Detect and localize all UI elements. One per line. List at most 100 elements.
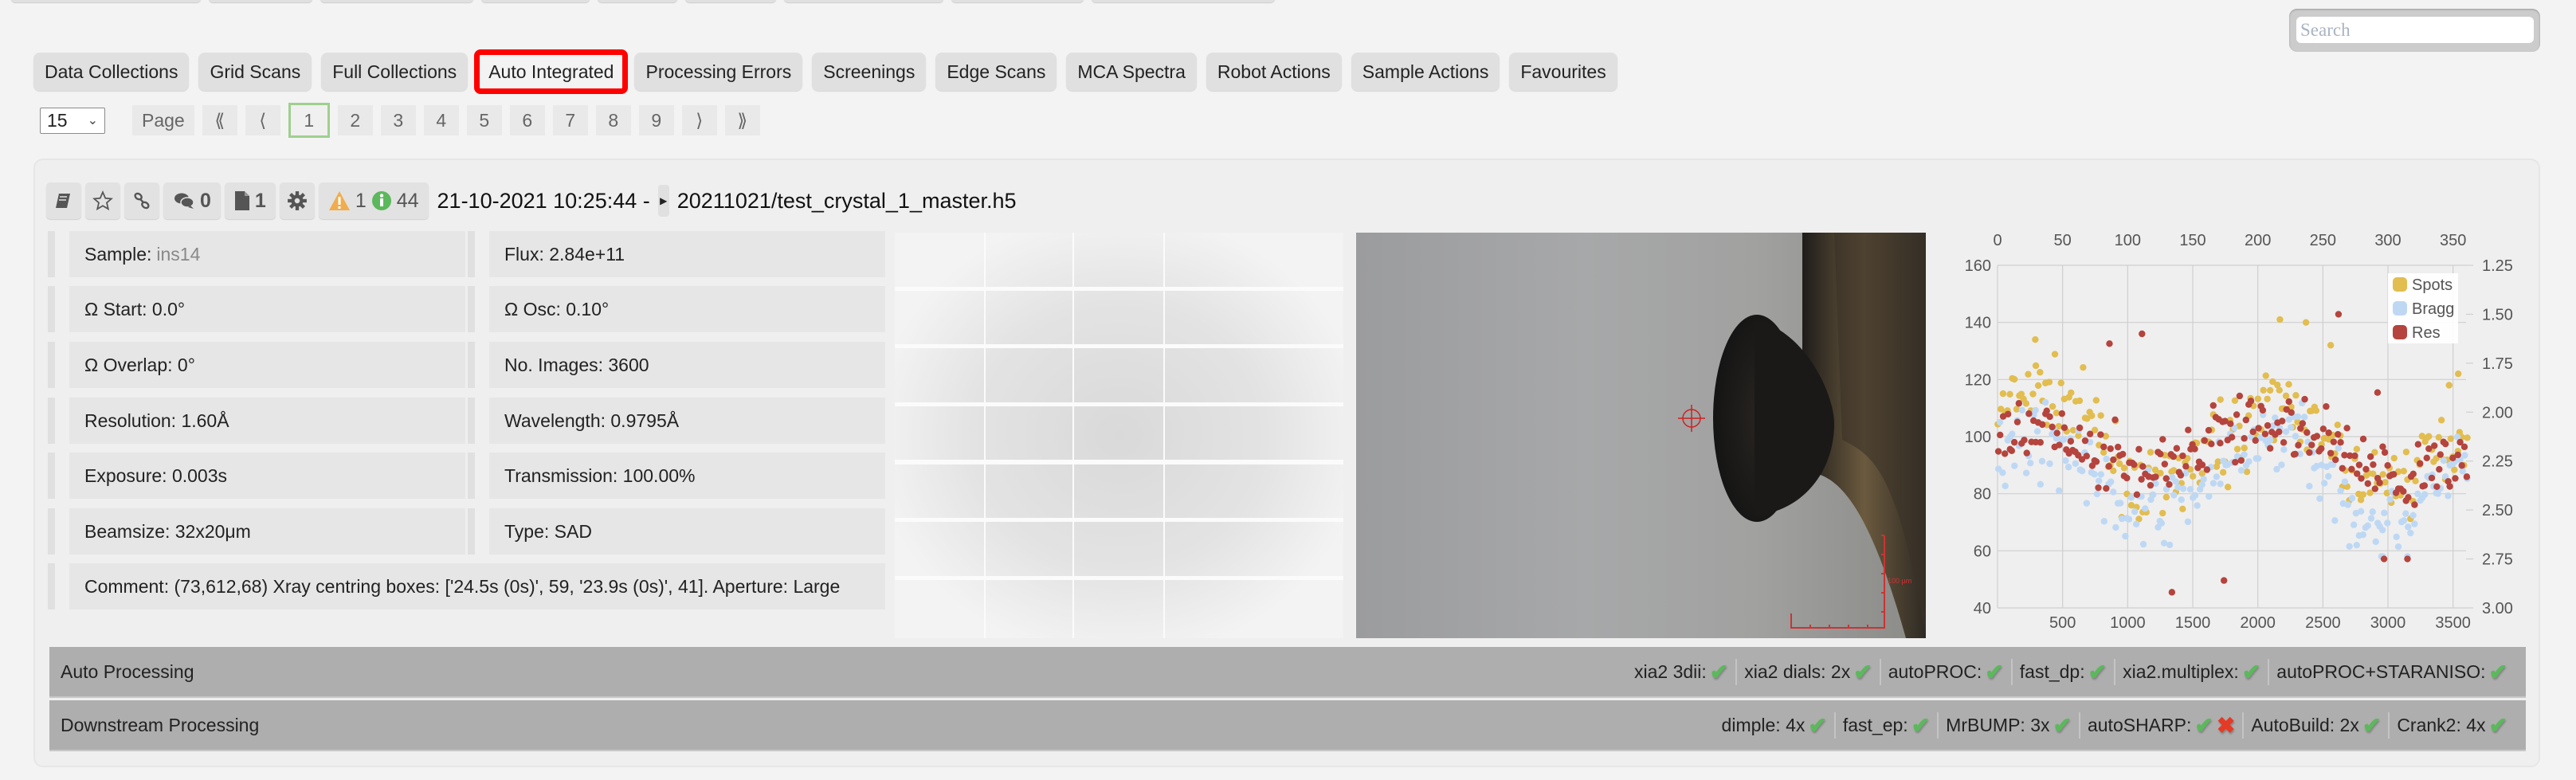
data-point-res [2049, 423, 2056, 431]
tab-auto-integrated[interactable]: Auto Integrated [474, 49, 629, 94]
processing-item[interactable]: fast_ep: ✔ [1833, 711, 1937, 739]
data-point-res [2013, 418, 2021, 425]
data-point-res [2173, 445, 2181, 452]
permalink-button[interactable] [124, 182, 159, 219]
data-point-res [2358, 475, 2365, 482]
sample-value[interactable]: ins14 [156, 244, 200, 265]
processing-item[interactable]: AutoBuild: 2x ✔ [2242, 711, 2388, 739]
top-button[interactable] [951, 0, 1084, 2]
data-point-spots [2088, 412, 2096, 419]
tab-screenings[interactable]: Screenings [812, 53, 927, 91]
prev-page-button[interactable]: ⟨ [245, 105, 280, 135]
data-point-res [2355, 461, 2363, 468]
comments-button[interactable]: 0 [163, 182, 221, 219]
info-row: Comment: (73,612,68) Xray centring boxes… [48, 563, 885, 609]
processing-item[interactable]: dimple: 4x ✔ [1715, 712, 1834, 739]
crystal-snapshot[interactable]: 100 µm [1356, 233, 1926, 638]
search-box [2289, 9, 2540, 52]
tab-favourites[interactable]: Favourites [1509, 53, 1617, 91]
data-point-res [2135, 445, 2143, 453]
tab-mca-spectra[interactable]: MCA Spectra [1066, 53, 1197, 91]
page-3-button[interactable]: 3 [380, 105, 416, 135]
data-point-res [2060, 424, 2068, 431]
data-point-bragg [2346, 543, 2353, 550]
data-point-bragg [2255, 455, 2262, 462]
processing-item[interactable]: autoPROC: ✔ [1879, 658, 2011, 685]
data-point-res [2414, 441, 2422, 448]
top-button[interactable] [1092, 0, 1275, 2]
page-8-button[interactable]: 8 [595, 105, 631, 135]
data-point-res [2119, 450, 2127, 458]
top-button[interactable] [598, 0, 677, 2]
auto-processing-bar[interactable]: Auto Processing xia2 3dii: ✔ xia2 dials: 2… [49, 647, 2526, 698]
page-1-button[interactable]: 1 [288, 103, 330, 138]
y-right-tick-label: 3.00 [2482, 600, 2513, 617]
processing-item[interactable]: autoSHARP: ✔ ✖ [2078, 711, 2242, 739]
processing-item[interactable]: xia2.multiplex: ✔ [2114, 658, 2268, 685]
page-6-button[interactable]: 6 [509, 105, 545, 135]
data-point-bragg [2033, 428, 2041, 435]
data-point-spots [2022, 400, 2030, 407]
top-button[interactable] [685, 0, 776, 2]
data-point-res [2100, 443, 2107, 451]
top-button[interactable] [481, 0, 590, 2]
data-point-res [2325, 429, 2332, 437]
data-point-spots [2445, 382, 2452, 389]
per-page-select[interactable]: 15 ⌄ [40, 107, 105, 134]
tab-processing-errors[interactable]: Processing Errors [634, 53, 803, 91]
data-point-bragg [2022, 469, 2030, 476]
processing-item[interactable]: fast_dp: ✔ [2010, 658, 2114, 685]
check-icon: ✔ [1911, 712, 1931, 738]
y-left-tick-label: 80 [1974, 486, 1991, 504]
downstream-processing-bar[interactable]: Downstream Processing dimple: 4x ✔ fast_ep… [49, 700, 2526, 751]
data-point-bragg [2409, 512, 2417, 519]
settings-button[interactable] [279, 182, 315, 219]
data-point-res [2241, 435, 2248, 442]
top-button[interactable] [784, 0, 943, 2]
messages-button[interactable]: 1 44 [318, 182, 429, 219]
processing-item[interactable]: xia2 dials: 2x ✔ [1735, 658, 1879, 685]
attachments-button[interactable]: 1 [224, 182, 276, 219]
page-label: Page [132, 105, 194, 135]
data-point-res [2376, 479, 2383, 487]
omega-osc-field: Ω Osc: 0.10° [468, 286, 885, 332]
page-7-button[interactable]: 7 [552, 105, 588, 135]
page-5-button[interactable]: 5 [466, 105, 502, 135]
tab-grid-scans[interactable]: Grid Scans [198, 53, 312, 91]
y-right-tick-label: 1.25 [2482, 257, 2513, 275]
data-point-bragg [2394, 543, 2402, 551]
processing-item-label: autoPROC+STARANISO: [2276, 660, 2486, 682]
processing-item[interactable]: Crank2: 4x ✔ [2388, 711, 2515, 739]
top-button[interactable] [320, 0, 473, 2]
resolution-field: Resolution: 1.60Å [48, 398, 465, 444]
page-9-button[interactable]: 9 [638, 105, 674, 135]
favourite-button[interactable] [85, 182, 120, 219]
page-4-button[interactable]: 4 [423, 105, 459, 135]
top-button[interactable] [11, 0, 201, 2]
data-point-res [2086, 430, 2094, 437]
processing-item[interactable]: MrBUMP: 3x ✔ [1937, 711, 2079, 739]
tab-data-collections[interactable]: Data Collections [33, 53, 190, 91]
page-2-button[interactable]: 2 [337, 105, 373, 135]
expand-path-button[interactable]: ▶ [657, 185, 669, 217]
tab-robot-actions[interactable]: Robot Actions [1206, 53, 1342, 91]
next-page-button[interactable]: ⟩ [681, 105, 717, 135]
tab-full-collections[interactable]: Full Collections [321, 53, 469, 91]
processing-item[interactable]: xia2 3dii: ✔ [1627, 659, 1735, 685]
processing-item[interactable]: autoPROC+STARANISO: ✔ [2268, 658, 2515, 685]
search-input[interactable] [2296, 17, 2534, 43]
last-page-button[interactable]: ⟫ [724, 105, 760, 135]
check-icon: ✔ [1709, 659, 1729, 684]
logbook-button[interactable] [46, 182, 81, 219]
data-point-res [2343, 425, 2351, 432]
data-point-bragg [2459, 468, 2466, 475]
collection-type-tabs: Data Collections Grid Scans Full Collectio… [33, 49, 1617, 94]
top-button[interactable] [209, 0, 312, 2]
first-page-button[interactable]: ⟪ [202, 105, 237, 135]
legend-swatch-res [2393, 325, 2407, 339]
data-point-bragg [2131, 508, 2139, 515]
tab-edge-scans[interactable]: Edge Scans [935, 53, 1057, 91]
data-point-bragg [2194, 502, 2201, 509]
diffraction-image[interactable] [895, 233, 1343, 638]
tab-sample-actions[interactable]: Sample Actions [1351, 53, 1500, 91]
